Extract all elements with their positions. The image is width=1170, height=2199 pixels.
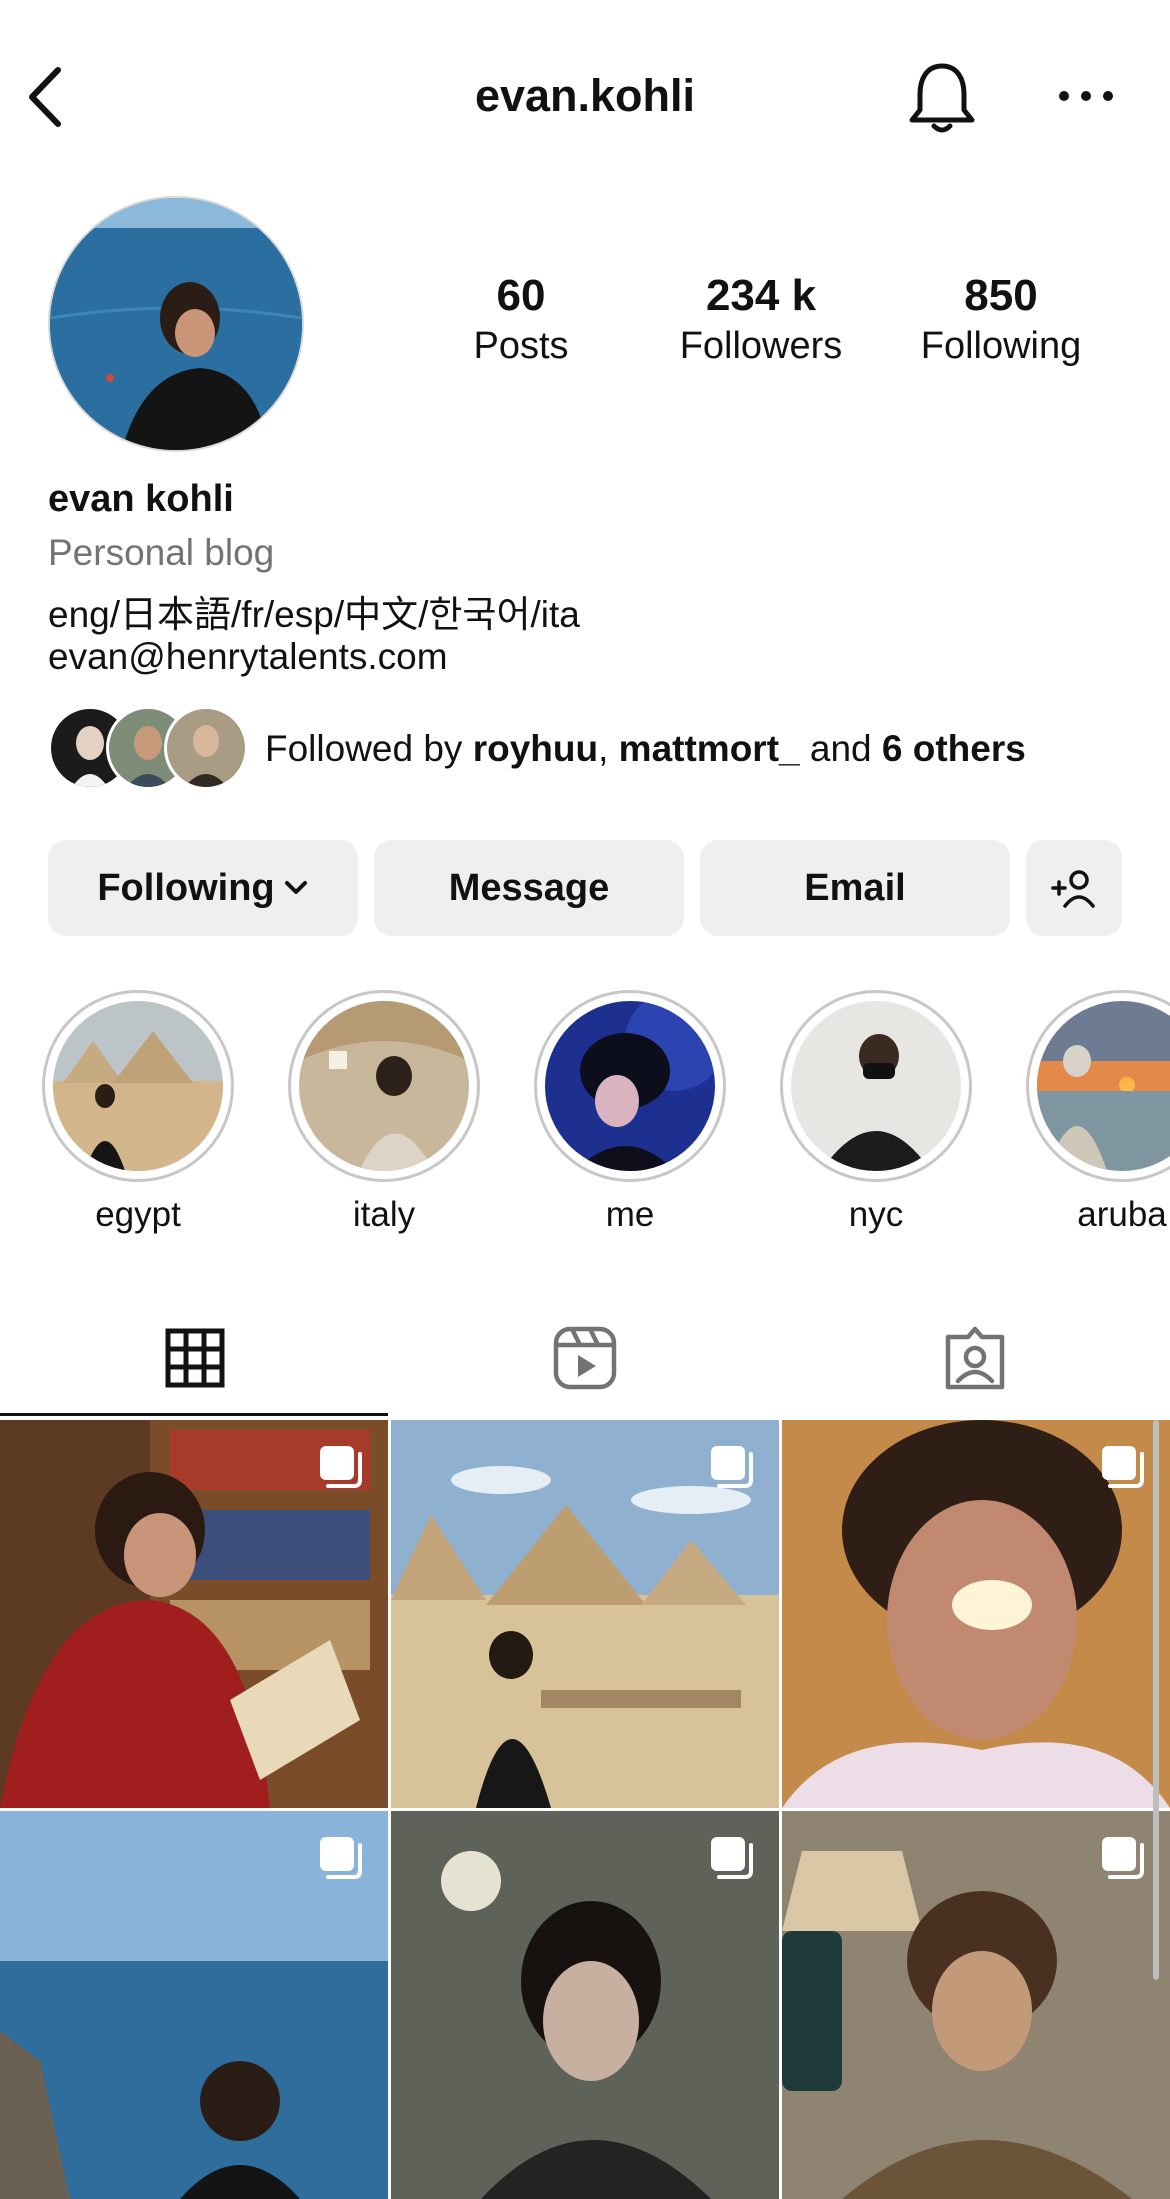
post-thumbnail[interactable]: [782, 1811, 1170, 2199]
post-thumbnail[interactable]: [391, 1420, 779, 1808]
highlight-thumbnail: [545, 1001, 715, 1171]
multiple-photos-icon: [320, 1446, 362, 1488]
followed-by-prefix: Followed by: [265, 728, 463, 769]
highlight-label: nyc: [848, 1195, 904, 1234]
multiple-photos-icon: [320, 1837, 362, 1879]
post-thumbnail[interactable]: [782, 1420, 1170, 1808]
highlight-label: aruba: [1077, 1195, 1167, 1234]
reels-icon: [553, 1326, 617, 1389]
highlight-aruba[interactable]: [1026, 990, 1170, 1182]
mutual-follower-name[interactable]: mattmort_: [619, 728, 800, 769]
profile-display-name: evan kohli: [48, 478, 234, 520]
post-thumbnail[interactable]: [0, 1420, 388, 1808]
tagged-icon: [945, 1326, 1005, 1389]
following-button-label: Following: [97, 866, 275, 909]
profile-email-link[interactable]: evan@henrytalents.com: [48, 636, 448, 678]
email-button[interactable]: Email: [700, 840, 1010, 936]
post-thumbnail[interactable]: [0, 1811, 388, 2199]
followed-by-separator: ,: [598, 728, 609, 769]
scrollbar[interactable]: [1153, 1420, 1159, 1980]
highlight-nyc[interactable]: [780, 990, 972, 1182]
highlight-label: egypt: [95, 1195, 181, 1234]
highlight-thumbnail: [1037, 1001, 1170, 1171]
followers-count: 234 k: [705, 271, 817, 320]
tab-tagged[interactable]: [780, 1300, 1170, 1415]
posts-count: 60: [496, 271, 546, 320]
highlight-label: me: [605, 1195, 655, 1234]
message-button[interactable]: Message: [374, 840, 684, 936]
highlight-thumbnail: [299, 1001, 469, 1171]
multiple-photos-icon: [1102, 1837, 1144, 1879]
tab-posts-grid[interactable]: [0, 1300, 390, 1415]
followers-stat[interactable]: 234 k Followers: [661, 270, 861, 370]
posts-stat[interactable]: 60 Posts: [421, 270, 621, 370]
chevron-down-icon: [284, 881, 307, 894]
highlight-egypt[interactable]: [42, 990, 234, 1182]
followed-by-text[interactable]: Followed by royhuu, mattmort_ and 6 othe…: [265, 728, 1026, 770]
highlight-label: italy: [352, 1195, 416, 1234]
profile-bio-languages: eng/日本語/fr/esp/中文/한국어/ita: [48, 594, 580, 635]
multiple-photos-icon: [711, 1446, 753, 1488]
following-label: Following: [920, 325, 1082, 367]
highlight-thumbnail: [53, 1001, 223, 1171]
more-horizontal-icon: [1059, 91, 1113, 101]
multiple-photos-icon: [1102, 1446, 1144, 1488]
profile-category: Personal blog: [48, 532, 275, 573]
followed-by-avatars[interactable]: [48, 706, 248, 792]
followed-by-conjunction: and: [809, 728, 872, 769]
mutual-follower-name[interactable]: royhuu: [473, 728, 598, 769]
selected-tab-indicator: [0, 1413, 388, 1416]
bell-icon: [909, 63, 975, 133]
followers-label: Followers: [679, 325, 843, 367]
profile-avatar[interactable]: [48, 196, 304, 452]
following-stat[interactable]: 850 Following: [901, 270, 1101, 370]
mutual-followers-others[interactable]: 6 others: [882, 728, 1026, 769]
add-user-icon: [1051, 870, 1095, 908]
more-options-button[interactable]: [1052, 78, 1120, 114]
profile-username-title: evan.kohli: [474, 70, 696, 121]
posts-label: Posts: [473, 325, 569, 367]
suggested-users-button[interactable]: [1026, 840, 1122, 936]
grid-icon: [165, 1328, 225, 1387]
highlight-thumbnail: [791, 1001, 961, 1171]
highlight-me[interactable]: [534, 990, 726, 1182]
post-thumbnail[interactable]: [391, 1811, 779, 2199]
notifications-button[interactable]: [906, 58, 978, 138]
following-button[interactable]: Following: [48, 840, 358, 936]
highlight-italy[interactable]: [288, 990, 480, 1182]
tab-reels[interactable]: [390, 1300, 780, 1415]
follower-avatar: [164, 706, 248, 790]
following-count: 850: [964, 271, 1038, 320]
multiple-photos-icon: [711, 1837, 753, 1879]
